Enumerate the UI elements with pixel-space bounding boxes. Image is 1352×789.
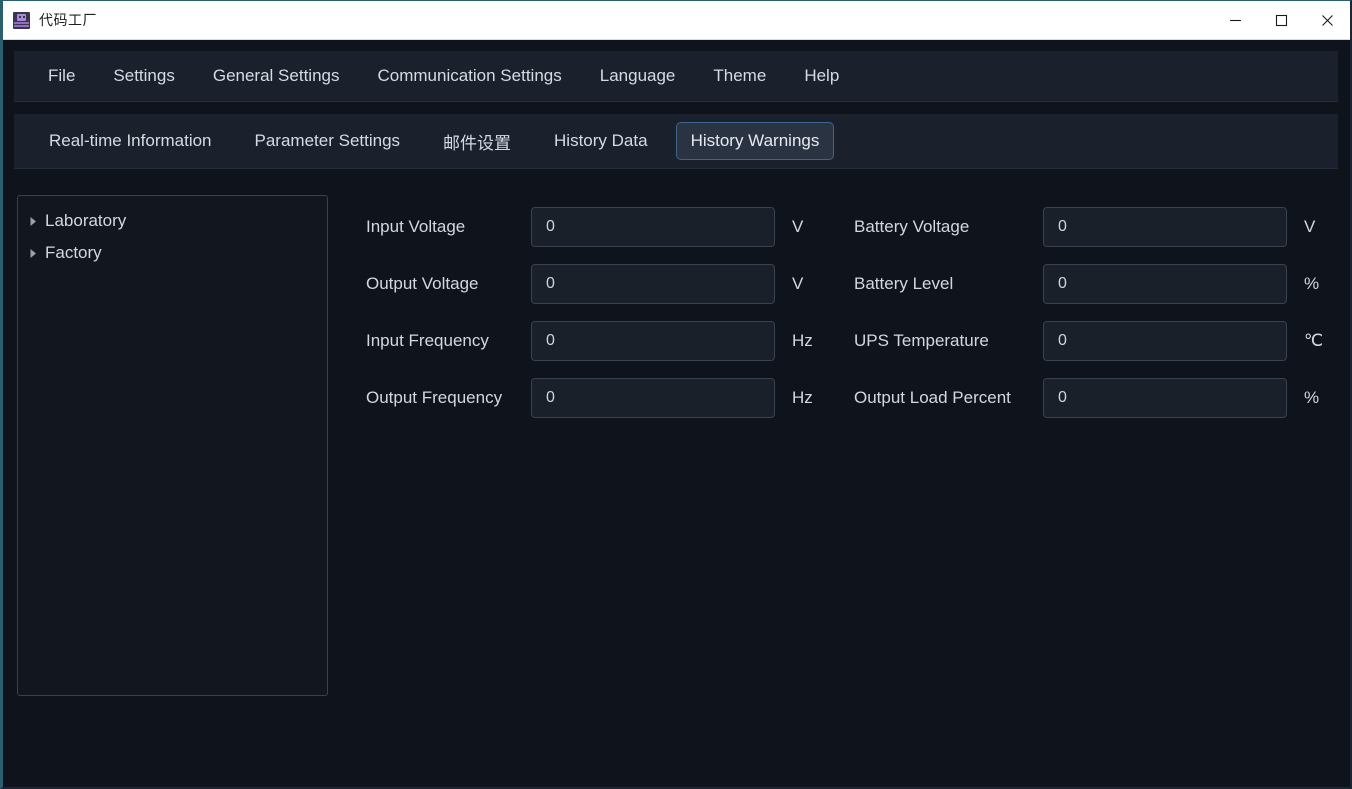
field-unit: ℃ [1304, 330, 1324, 350]
field-label: Input Frequency [366, 330, 489, 350]
menu-item-communication-settings[interactable]: Communication Settings [363, 60, 575, 92]
field-ups-temperature: UPS Temperature ℃ [854, 312, 1338, 369]
tree-node-laboratory[interactable]: Laboratory [18, 205, 327, 237]
menu-item-general-settings[interactable]: General Settings [199, 60, 354, 92]
input-voltage-field[interactable] [531, 206, 775, 247]
field-label: Battery Level [854, 273, 954, 293]
field-unit: V [792, 216, 804, 236]
field-unit: % [1304, 273, 1320, 293]
chevron-right-icon[interactable] [29, 248, 43, 259]
field-battery-level: Battery Level % [854, 255, 1338, 312]
menu-item-theme[interactable]: Theme [699, 60, 780, 92]
form-column-right: Battery Voltage V Battery Level % UPS Te… [854, 198, 1338, 426]
tree-node-label: Factory [45, 243, 102, 262]
menu-item-file[interactable]: File [34, 60, 89, 92]
field-unit: Hz [792, 330, 813, 350]
field-battery-voltage: Battery Voltage V [854, 198, 1338, 255]
output-load-percent-field[interactable] [1043, 377, 1287, 418]
field-unit: V [792, 273, 804, 293]
tab-email-settings[interactable]: 邮件设置 [428, 120, 526, 163]
sidebar-tree-panel: Laboratory Factory [17, 195, 328, 696]
close-button[interactable] [1304, 1, 1350, 40]
menu-bar: File Settings General Settings Communica… [14, 51, 1338, 102]
content-area: Laboratory Factory Input Voltage V Outpu… [3, 170, 1350, 787]
tree-node-factory[interactable]: Factory [18, 237, 327, 269]
field-input-voltage: Input Voltage V [366, 198, 826, 255]
battery-level-field[interactable] [1043, 263, 1287, 304]
minimize-button[interactable] [1212, 1, 1258, 40]
field-output-frequency: Output Frequency Hz [366, 369, 826, 426]
maximize-icon [1275, 14, 1287, 27]
menu-item-settings[interactable]: Settings [99, 60, 188, 92]
field-output-voltage: Output Voltage V [366, 255, 826, 312]
field-label: Output Voltage [366, 273, 479, 293]
field-unit: V [1304, 216, 1316, 236]
menu-item-language[interactable]: Language [586, 60, 690, 92]
ups-temperature-field[interactable] [1043, 320, 1287, 361]
tab-bar: Real-time Information Parameter Settings… [14, 114, 1338, 169]
window-title: 代码工厂 [39, 13, 97, 29]
tab-history-data[interactable]: History Data [539, 122, 663, 160]
field-unit: Hz [792, 387, 813, 407]
field-output-load-percent: Output Load Percent % [854, 369, 1338, 426]
field-input-frequency: Input Frequency Hz [366, 312, 826, 369]
menu-item-help[interactable]: Help [790, 60, 853, 92]
tab-real-time-information[interactable]: Real-time Information [34, 122, 227, 160]
chevron-right-icon[interactable] [29, 216, 43, 227]
battery-voltage-field[interactable] [1043, 206, 1287, 247]
output-voltage-field[interactable] [531, 263, 775, 304]
window-controls [1212, 1, 1350, 40]
tab-history-warnings[interactable]: History Warnings [675, 122, 835, 160]
field-label: Output Load Percent [854, 387, 1011, 407]
field-label: Input Voltage [366, 216, 466, 236]
minimize-icon [1229, 19, 1241, 22]
tree-node-label: Laboratory [45, 211, 127, 230]
output-frequency-field[interactable] [531, 377, 775, 418]
maximize-button[interactable] [1258, 1, 1304, 40]
title-bar: 代码工厂 [3, 1, 1350, 40]
field-label: UPS Temperature [854, 330, 989, 350]
form-column-left: Input Voltage V Output Voltage V Input F… [366, 198, 826, 426]
tab-parameter-settings[interactable]: Parameter Settings [240, 122, 416, 160]
field-label: Output Frequency [366, 387, 503, 407]
field-unit: % [1304, 387, 1320, 407]
close-icon [1321, 15, 1333, 26]
input-frequency-field[interactable] [531, 320, 775, 361]
application-window: 代码工厂 File Settings General Settings Comm… [0, 0, 1352, 789]
app-robot-icon [13, 11, 30, 29]
field-label: Battery Voltage [854, 216, 970, 236]
